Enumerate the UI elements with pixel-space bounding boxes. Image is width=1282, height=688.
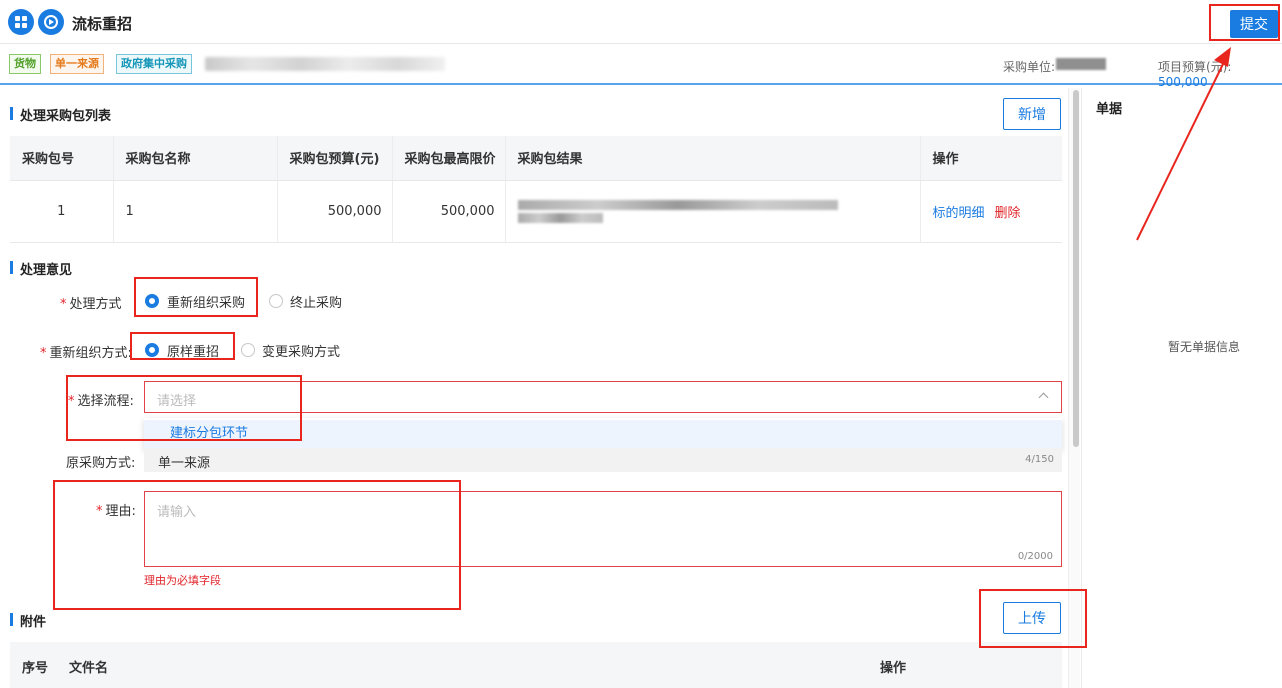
project-info-bar: 货物 单一来源 政府集中采购 采购单位: 项目预算(元): 500,000 [0,45,1282,89]
select-flow-label: * 选择流程: [68,394,134,409]
project-budget: 项目预算(元): 500,000 [1158,58,1282,89]
reorg-method-label: * 重新组织方式: [40,346,132,361]
radio-change-method-label[interactable]: 变更采购方式 [262,341,340,360]
chevron-up-icon[interactable] [1038,392,1049,403]
flow-select-placeholder: 请选择 [157,394,197,409]
page-title: 流标重招 [72,15,133,33]
document-panel: 单据 暂无单据信息 [1081,88,1282,688]
table-row: 1 1 500,000 500,000 标的明细 删除 [10,180,1062,243]
orig-method-count: 4/150 [1025,454,1054,465]
upload-button[interactable]: 上传 [1003,602,1061,634]
cell-package-budget: 500,000 [277,180,393,243]
package-section-title: 处理采购包列表 [10,105,111,124]
col-max-price: 采购包最高限价 [392,136,506,181]
opinion-section-title: 处理意见 [10,259,72,278]
orig-method-label: 原采购方式: [66,456,136,471]
flow-option-bid-package[interactable]: 建标分包环节 [144,420,1062,448]
col-package-no: 采购包号 [10,136,114,181]
reason-label: * 理由: [96,504,136,519]
radio-terminate-label[interactable]: 终止采购 [290,292,342,311]
flow-select[interactable]: 请选择 [144,381,1062,413]
table-header-row: 采购包号 采购包名称 采购包预算(元) 采购包最高限价 采购包结果 操作 [10,136,1062,181]
submit-button[interactable]: 提交 [1230,10,1278,38]
radio-same-rebid-label[interactable]: 原样重招 [167,341,219,360]
col-file-name: 文件名 [69,661,109,676]
purchase-unit-label: 采购单位: [1003,60,1056,74]
col-package-name: 采购包名称 [113,136,278,181]
flow-dropdown: 建标分包环节 [144,418,1062,450]
item-detail-link[interactable]: 标的明细 [933,206,985,221]
reason-error: 理由为必填字段 [144,574,221,587]
attachment-table-header: 序号 文件名 操作 [10,642,1062,688]
no-document-text: 暂无单据信息 [1168,340,1241,354]
cell-package-result-redacted [505,180,921,243]
project-budget-label: 项目预算(元): [1158,60,1232,74]
apps-grid-icon[interactable] [8,9,34,35]
add-package-button[interactable]: 新增 [1003,98,1061,130]
package-table: 采购包号 采购包名称 采购包预算(元) 采购包最高限价 采购包结果 操作 1 1… [10,136,1062,243]
cell-package-no: 1 [10,180,114,243]
orig-method-field: 单一来源 4/150 [144,448,1062,472]
attachment-section-title: 附件 [10,611,46,630]
main-scrollbar-thumb[interactable] [1073,90,1079,447]
cell-package-name: 1 [113,180,278,243]
tag-single-source: 单一来源 [50,54,104,74]
history-icon[interactable] [38,9,64,35]
delete-link[interactable]: 删除 [995,206,1021,221]
top-bar: 流标重招 提交 [0,0,1282,44]
radio-terminate[interactable] [269,294,283,308]
project-name-redacted [205,57,445,71]
radio-change-method[interactable] [241,343,255,357]
tag-gov-procurement: 政府集中采购 [116,54,192,74]
radio-same-rebid[interactable] [145,343,159,357]
col-attachment-actions: 操作 [880,661,907,676]
radio-reorganize-label[interactable]: 重新组织采购 [167,292,245,311]
col-package-result: 采购包结果 [505,136,921,181]
tag-goods: 货物 [9,54,41,74]
cell-max-price: 500,000 [392,180,506,243]
radio-reorganize[interactable] [145,294,159,308]
reason-count: 0/2000 [1017,551,1053,562]
document-panel-title: 单据 [1096,102,1123,117]
handling-method-label: * 处理方式 [60,297,122,312]
cell-actions: 标的明细 删除 [920,180,1062,243]
col-package-budget: 采购包预算(元) [277,136,393,181]
reason-textarea[interactable]: 请输入 0/2000 [144,491,1062,567]
col-index: 序号 [22,661,49,676]
col-actions: 操作 [920,136,1062,181]
project-budget-value: 500,000 [1158,75,1208,89]
reason-placeholder: 请输入 [157,505,197,520]
purchase-unit-redacted [1056,58,1106,70]
orig-method-value: 单一来源 [158,456,211,471]
